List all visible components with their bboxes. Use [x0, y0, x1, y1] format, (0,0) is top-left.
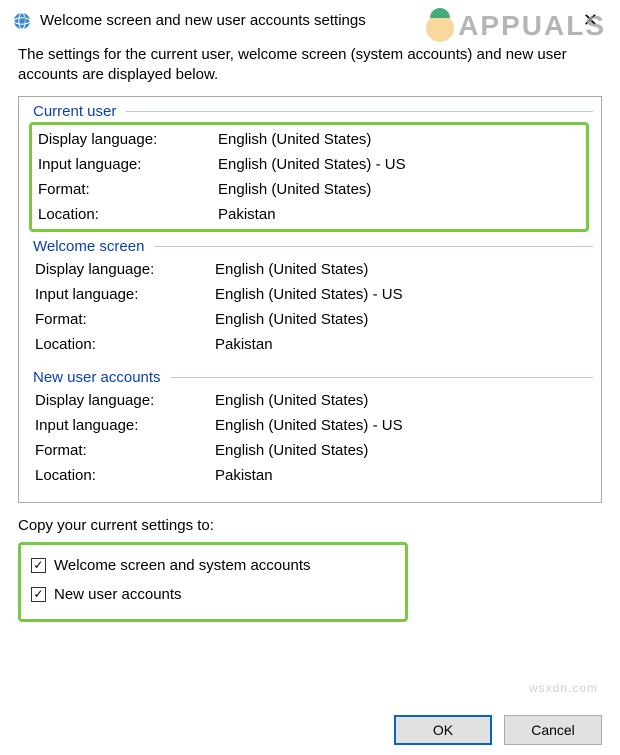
- label: Input language:: [35, 286, 215, 303]
- ok-button[interactable]: OK: [394, 715, 492, 745]
- dialog-buttons: OK Cancel: [394, 715, 602, 745]
- cancel-button[interactable]: Cancel: [504, 715, 602, 745]
- value: English (United States): [218, 181, 586, 198]
- current-user-rows: Display language:English (United States)…: [29, 122, 589, 232]
- divider: [154, 246, 593, 247]
- label: Format:: [35, 442, 215, 459]
- label: Display language:: [35, 392, 215, 409]
- section-header-welcome-screen: Welcome screen: [27, 238, 593, 255]
- copy-checkbox-group: ✓ Welcome screen and system accounts ✓ N…: [18, 542, 408, 622]
- checkbox-label: Welcome screen and system accounts: [54, 557, 311, 574]
- label: Location:: [35, 467, 215, 484]
- welcome-screen-rows: Display language:English (United States)…: [27, 255, 593, 363]
- label: Input language:: [35, 417, 215, 434]
- row-format: Format:English (United States): [38, 177, 586, 202]
- label: Location:: [38, 206, 218, 223]
- row-format: Format:English (United States): [35, 438, 593, 463]
- section-title: New user accounts: [27, 369, 165, 386]
- row-location: Location:Pakistan: [38, 202, 586, 227]
- value: Pakistan: [218, 206, 586, 223]
- divider: [171, 377, 593, 378]
- value: English (United States): [215, 261, 593, 278]
- checkmark-icon: ✓: [31, 558, 46, 573]
- checkmark-icon: ✓: [31, 587, 46, 602]
- section-title: Current user: [27, 103, 120, 120]
- checkbox-welcome-screen[interactable]: ✓ Welcome screen and system accounts: [31, 551, 395, 580]
- copy-settings-area: Copy your current settings to: ✓ Welcome…: [0, 503, 620, 622]
- row-input-language: Input language:English (United States) -…: [35, 282, 593, 307]
- label: Location:: [35, 336, 215, 353]
- label: Format:: [38, 181, 218, 198]
- checkbox-label: New user accounts: [54, 586, 182, 603]
- attribution-text: wsxdn.com: [529, 681, 598, 695]
- row-display-language: Display language:English (United States): [35, 388, 593, 413]
- value: Pakistan: [215, 336, 593, 353]
- value: Pakistan: [215, 467, 593, 484]
- row-location: Location:Pakistan: [35, 463, 593, 488]
- window-title: Welcome screen and new user accounts set…: [40, 12, 565, 29]
- row-format: Format:English (United States): [35, 307, 593, 332]
- label: Format:: [35, 311, 215, 328]
- row-display-language: Display language:English (United States): [35, 257, 593, 282]
- divider: [126, 111, 593, 112]
- new-user-rows: Display language:English (United States)…: [27, 386, 593, 494]
- value: English (United States) - US: [215, 417, 593, 434]
- row-input-language: Input language:English (United States) -…: [35, 413, 593, 438]
- section-title: Welcome screen: [27, 238, 148, 255]
- value: English (United States) - US: [215, 286, 593, 303]
- value: English (United States) - US: [218, 156, 586, 173]
- row-input-language: Input language:English (United States) -…: [38, 152, 586, 177]
- value: English (United States): [215, 392, 593, 409]
- label: Input language:: [38, 156, 218, 173]
- row-location: Location:Pakistan: [35, 332, 593, 357]
- globe-icon: [12, 11, 32, 31]
- value: English (United States): [215, 311, 593, 328]
- value: English (United States): [218, 131, 586, 148]
- titlebar: Welcome screen and new user accounts set…: [0, 0, 620, 39]
- checkbox-new-user[interactable]: ✓ New user accounts: [31, 580, 395, 609]
- section-header-current-user: Current user: [27, 103, 593, 120]
- settings-panel: Current user Display language:English (U…: [18, 96, 602, 503]
- label: Display language:: [38, 131, 218, 148]
- section-header-new-user: New user accounts: [27, 369, 593, 386]
- description-text: The settings for the current user, welco…: [0, 39, 620, 96]
- copy-prompt: Copy your current settings to:: [18, 517, 602, 534]
- close-button[interactable]: ✕: [573, 8, 608, 33]
- row-display-language: Display language:English (United States): [38, 127, 586, 152]
- value: English (United States): [215, 442, 593, 459]
- label: Display language:: [35, 261, 215, 278]
